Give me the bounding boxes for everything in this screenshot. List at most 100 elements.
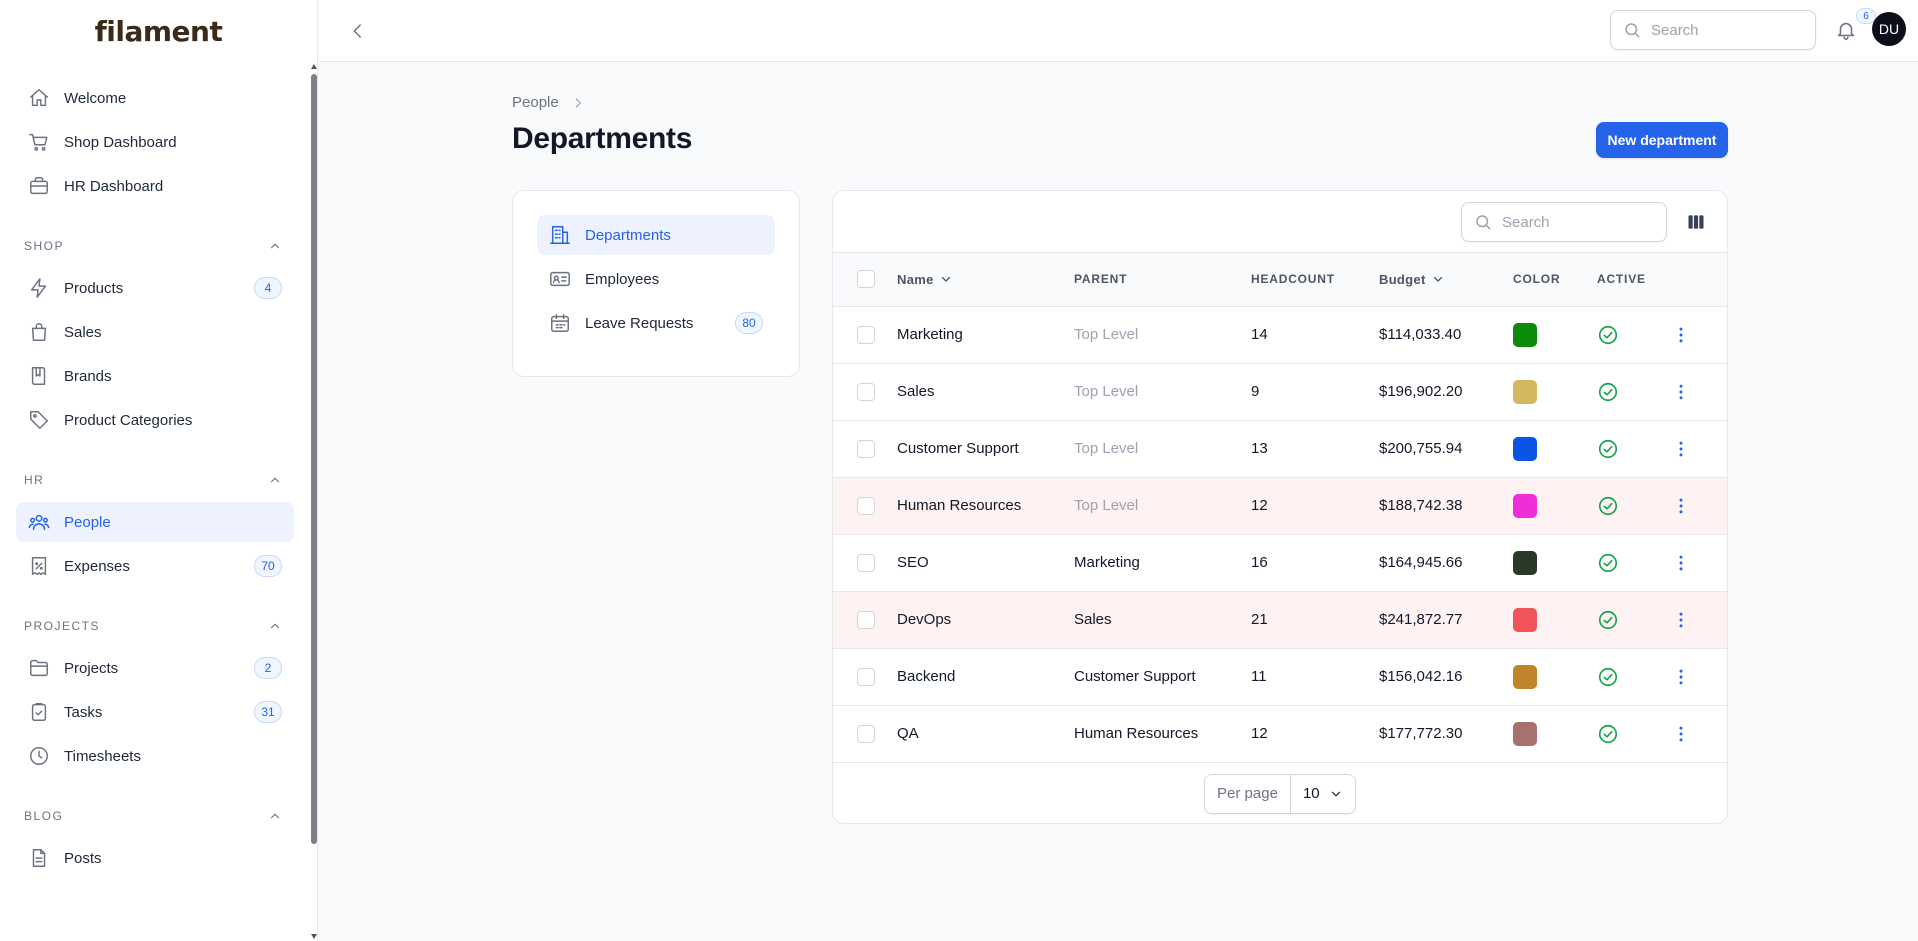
subnav-item-departments[interactable]: Departments (537, 215, 775, 255)
cell-name[interactable]: DevOps (897, 591, 1074, 648)
sidebar-group-projects[interactable]: PROJECTS (16, 604, 294, 648)
row-actions-button[interactable] (1671, 610, 1691, 630)
cell-name[interactable]: Marketing (897, 306, 1074, 363)
table-row[interactable]: QA Human Resources 12 $177,772.30 (833, 705, 1727, 762)
table-row[interactable]: SEO Marketing 16 $164,945.66 (833, 534, 1727, 591)
row-checkbox[interactable] (857, 667, 875, 686)
row-actions-button[interactable] (1671, 382, 1691, 402)
color-swatch (1513, 493, 1537, 518)
sidebar-item-tasks[interactable]: Tasks 31 (16, 692, 294, 732)
collapse-sidebar-button[interactable] (345, 18, 371, 44)
sidebar-item-label: HR Dashboard (64, 177, 164, 195)
row-actions-button[interactable] (1671, 724, 1691, 744)
chevron-up-icon (270, 813, 280, 819)
sidebar-item-expenses[interactable]: Expenses 70 (16, 546, 294, 586)
cell-headcount: 21 (1251, 611, 1268, 628)
table-row[interactable]: Backend Customer Support 11 $156,042.16 (833, 648, 1727, 705)
sidebar-item-label: Timesheets (64, 747, 141, 765)
per-page-select[interactable]: Per page 10 (1204, 773, 1356, 814)
table-search[interactable] (1461, 202, 1667, 242)
global-search-input[interactable] (1651, 21, 1791, 39)
row-actions-button[interactable] (1671, 496, 1691, 516)
check-circle-icon (1597, 381, 1619, 403)
user-avatar[interactable]: DU (1872, 12, 1906, 46)
table-row[interactable]: Human Resources Top Level 12 $188,742.38 (833, 477, 1727, 534)
sidebar-scrollbar[interactable] (310, 62, 318, 941)
ellipsis-vertical-icon (1679, 726, 1683, 741)
table-row[interactable]: DevOps Sales 21 $241,872.77 (833, 591, 1727, 648)
scroll-up-arrow-icon[interactable] (311, 64, 317, 69)
cell-name[interactable]: QA (897, 705, 1074, 762)
row-actions-button[interactable] (1671, 439, 1691, 459)
sidebar-item-welcome[interactable]: Welcome (16, 78, 294, 118)
row-checkbox[interactable] (857, 553, 875, 572)
sidebar-group-label: HR (24, 473, 45, 487)
column-header-name[interactable]: Name (897, 272, 1074, 287)
notifications-button[interactable] (1832, 16, 1860, 44)
cell-name[interactable]: Customer Support (897, 420, 1074, 477)
subnav-item-leave-requests[interactable]: Leave Requests 80 (537, 303, 775, 343)
subnav-item-label: Employees (585, 270, 660, 288)
row-actions-button[interactable] (1671, 553, 1691, 573)
column-toggle-button[interactable] (1685, 211, 1707, 233)
table-row[interactable]: Customer Support Top Level 13 $200,755.94 (833, 420, 1727, 477)
sidebar-group-blog[interactable]: BLOG (16, 794, 294, 838)
per-page-value[interactable]: 10 (1290, 774, 1355, 813)
row-checkbox[interactable] (857, 439, 875, 458)
column-header-budget[interactable]: Budget (1379, 272, 1513, 287)
table-row[interactable]: Marketing Top Level 14 $114,033.40 (833, 306, 1727, 363)
row-checkbox[interactable] (857, 724, 875, 743)
scrollbar-thumb[interactable] (311, 74, 317, 844)
cell-parent: Top Level (1074, 497, 1139, 514)
clock-icon (30, 747, 48, 765)
sidebar-item-hr-dashboard[interactable]: HR Dashboard (16, 166, 294, 206)
sidebar-item-shop-dashboard[interactable]: Shop Dashboard (16, 122, 294, 162)
subnav-item-employees[interactable]: Employees (537, 259, 775, 299)
sidebar-item-label: Brands (64, 367, 112, 385)
briefcase-icon (30, 177, 48, 195)
row-checkbox[interactable] (857, 382, 875, 401)
cell-name[interactable]: Sales (897, 363, 1074, 420)
global-search[interactable] (1610, 10, 1816, 50)
sidebar-item-label: Expenses (64, 557, 130, 575)
building-icon (550, 226, 570, 244)
cell-budget: $177,772.30 (1379, 725, 1463, 742)
sidebar-item-products[interactable]: Products 4 (16, 268, 294, 308)
new-department-button[interactable]: New department (1596, 122, 1728, 158)
cell-parent: Top Level (1074, 326, 1139, 343)
sidebar-item-posts[interactable]: Posts (16, 838, 294, 878)
row-checkbox[interactable] (857, 610, 875, 629)
sidebar-group-shop[interactable]: SHOP (16, 224, 294, 268)
ellipsis-vertical-icon (1679, 555, 1683, 570)
sidebar-item-people[interactable]: People (16, 502, 294, 542)
row-checkbox[interactable] (857, 325, 875, 344)
sidebar-group-hr[interactable]: HR (16, 458, 294, 502)
cell-name[interactable]: Human Resources (897, 477, 1074, 534)
breadcrumb-item-people[interactable]: People (512, 94, 559, 111)
select-all-checkbox[interactable] (857, 270, 875, 289)
table-search-input[interactable] (1502, 213, 1642, 231)
sidebar-item-timesheets[interactable]: Timesheets (16, 736, 294, 776)
sidebar-item-label: Products (64, 279, 124, 297)
scroll-down-arrow-icon[interactable] (311, 934, 317, 939)
row-checkbox[interactable] (857, 496, 875, 515)
chevron-up-icon (270, 477, 280, 483)
sidebar-item-product-categories[interactable]: Product Categories (16, 400, 294, 440)
row-actions-button[interactable] (1671, 325, 1691, 345)
row-actions-button[interactable] (1671, 667, 1691, 687)
sidebar-item-label: Posts (64, 849, 102, 867)
table-row[interactable]: Sales Top Level 9 $196,902.20 (833, 363, 1727, 420)
tag-icon (30, 411, 48, 429)
sidebar-item-brands[interactable]: Brands (16, 356, 294, 396)
brand-logo[interactable]: filament (0, 0, 317, 62)
cell-name[interactable]: Backend (897, 648, 1074, 705)
sidebar-item-projects[interactable]: Projects 2 (16, 648, 294, 688)
receipt-icon (31, 557, 47, 575)
sidebar-item-sales[interactable]: Sales (16, 312, 294, 352)
sidebar-item-label: Sales (64, 323, 102, 341)
chevron-down-icon (1331, 791, 1341, 796)
sort-chevron-down-icon (941, 277, 950, 282)
cell-name[interactable]: SEO (897, 534, 1074, 591)
cell-budget: $196,902.20 (1379, 383, 1463, 400)
ellipsis-vertical-icon (1679, 612, 1683, 627)
